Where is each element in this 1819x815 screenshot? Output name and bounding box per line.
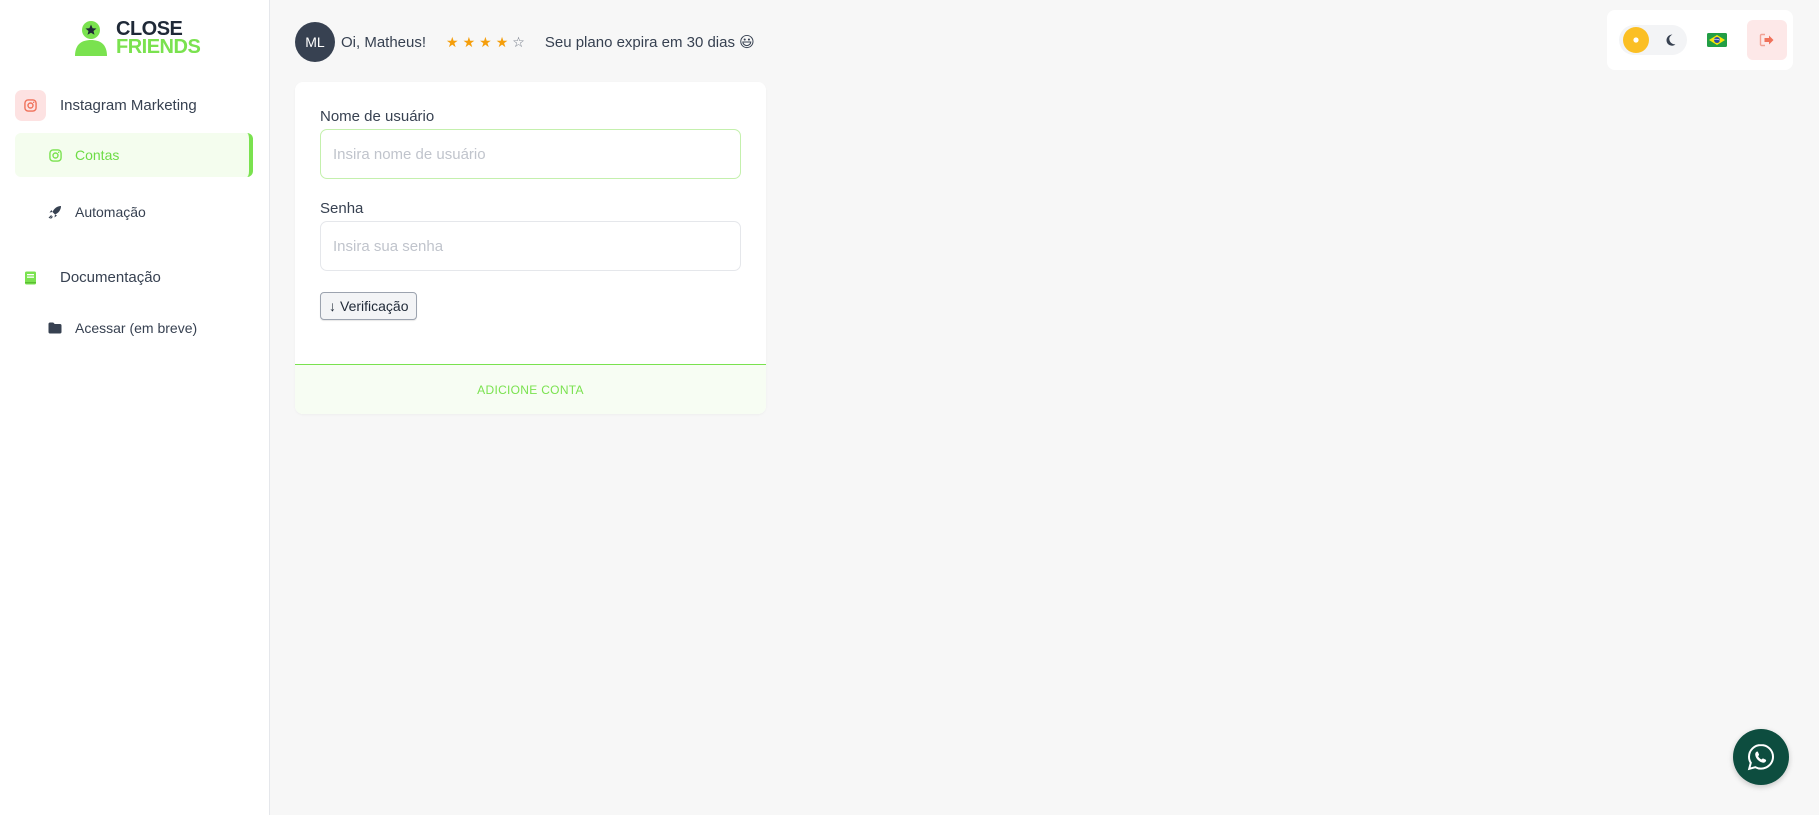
logo-text: CLOSE FRIENDS xyxy=(116,19,201,58)
username-label: Nome de usuário xyxy=(320,108,435,125)
plan-expiry-text: Seu plano expira em 30 dias 😃 xyxy=(544,34,755,51)
logo-line-2: FRIENDS xyxy=(116,36,201,58)
theme-toggle[interactable] xyxy=(1619,25,1687,55)
sidebar-item-contas[interactable]: Contas xyxy=(15,133,253,177)
star-filled-icon: ★ xyxy=(462,33,476,50)
greeting-text: Oi, Matheus! xyxy=(341,33,427,51)
username-input[interactable] xyxy=(320,129,741,179)
sun-icon xyxy=(1623,27,1649,53)
brazil-flag-icon xyxy=(1707,33,1727,47)
star-empty-icon: ☆ xyxy=(512,33,525,50)
moon-icon xyxy=(1657,27,1683,53)
star-filled-icon: ★ xyxy=(446,33,459,50)
language-button[interactable] xyxy=(1697,20,1737,60)
sidebar-item-acessar[interactable]: Acessar (em breve) xyxy=(15,306,253,350)
instagram-icon xyxy=(48,148,62,162)
sidebar-section-label: Documentação xyxy=(60,269,161,286)
star-filled-icon: ★ xyxy=(495,33,509,50)
top-header: ML Oi, Matheus! ★ ★ ★ ★ ☆ Seu plano expi… xyxy=(295,22,755,62)
whatsapp-button[interactable] xyxy=(1733,729,1789,785)
password-input[interactable] xyxy=(320,221,741,271)
password-label: Senha xyxy=(320,200,364,217)
verification-button[interactable]: ↓ Verificação xyxy=(320,292,418,320)
sidebar: CLOSE FRIENDS Instagram Marketing Contas… xyxy=(0,0,270,815)
logo-icon xyxy=(75,21,107,56)
sidebar-section-label: Instagram Marketing xyxy=(60,97,197,114)
add-account-button[interactable]: ADICIONE CONTA xyxy=(295,364,766,414)
rocket-icon xyxy=(48,205,62,219)
add-account-label: ADICIONE CONTA xyxy=(477,382,584,397)
logout-button[interactable] xyxy=(1747,20,1787,60)
sidebar-item-label: Acessar (em breve) xyxy=(75,320,198,336)
sidebar-item-label: Automação xyxy=(75,204,146,220)
top-controls xyxy=(1607,10,1793,70)
whatsapp-icon xyxy=(1747,743,1775,771)
folder-icon xyxy=(48,321,62,335)
sidebar-item-automacao[interactable]: Automação xyxy=(15,190,253,234)
sidebar-section-instagram-marketing[interactable]: Instagram Marketing xyxy=(15,90,197,121)
instagram-icon xyxy=(15,90,46,121)
sidebar-item-label: Contas xyxy=(75,147,120,163)
avatar[interactable]: ML xyxy=(295,22,335,62)
add-account-card: Nome de usuário Senha ↓ Verificação ADIC… xyxy=(295,82,766,414)
arrow-down-icon: ↓ xyxy=(329,298,336,314)
logo[interactable]: CLOSE FRIENDS xyxy=(72,19,201,58)
book-icon xyxy=(15,262,46,293)
rating-stars: ★ ★ ★ ★ ☆ xyxy=(446,34,525,51)
sidebar-section-documentacao[interactable]: Documentação xyxy=(15,262,161,293)
star-filled-icon: ★ xyxy=(479,33,492,50)
verification-button-label: Verificação xyxy=(340,298,409,314)
logout-icon xyxy=(1759,33,1774,47)
